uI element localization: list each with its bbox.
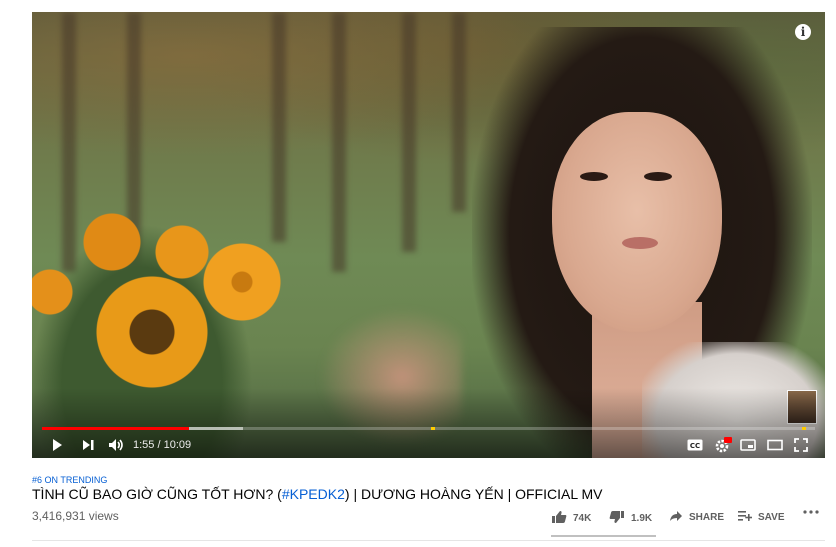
divider (32, 540, 825, 541)
video-player[interactable]: i 1:55 / 10:09 CC (32, 12, 825, 458)
chapter-marker (431, 427, 435, 430)
next-icon[interactable] (82, 436, 95, 454)
chapter-marker (802, 427, 806, 430)
video-title: TÌNH CŨ BAO GIỜ CŨNG TỐT HƠN? (#KPEDK2) … (32, 486, 603, 502)
singer-face (552, 112, 722, 332)
played-bar (42, 427, 189, 430)
view-count: 3,416,931 views (32, 509, 119, 523)
time-display: 1:55 / 10:09 (133, 439, 192, 451)
share-arrow-icon (669, 510, 683, 525)
volume-icon[interactable] (108, 436, 124, 454)
fullscreen-icon[interactable] (794, 436, 808, 454)
thumbs-down-icon (609, 510, 625, 527)
share-button[interactable]: SHARE (669, 510, 724, 525)
miniplayer-icon[interactable] (740, 436, 756, 454)
theater-icon[interactable] (767, 436, 783, 454)
more-icon[interactable] (803, 510, 819, 514)
svg-text:CC: CC (690, 442, 700, 450)
progress-bar[interactable] (42, 427, 815, 430)
dislike-button[interactable]: 1.9K (609, 510, 652, 527)
hashtag-link[interactable]: #KPEDK2 (282, 486, 345, 502)
playlist-add-icon (738, 510, 753, 525)
info-icon[interactable]: i (795, 24, 811, 40)
play-icon[interactable] (50, 436, 64, 454)
sentiment-bar (551, 535, 656, 537)
save-button[interactable]: SAVE (738, 510, 785, 525)
settings-icon[interactable] (714, 436, 732, 454)
like-button[interactable]: 74K (551, 510, 591, 527)
captions-icon[interactable]: CC (687, 436, 703, 454)
thumbs-up-icon (551, 510, 567, 527)
